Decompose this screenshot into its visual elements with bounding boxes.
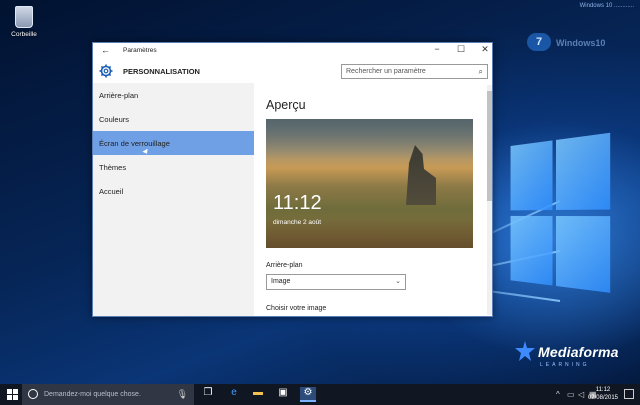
search-icon[interactable]: ⌕: [479, 67, 483, 77]
preview-heading: Aperçu: [266, 98, 306, 112]
cortana-placeholder: Demandez-moi quelque chose.: [44, 391, 141, 398]
settings-search-input[interactable]: Rechercher un paramètre ⌕: [341, 64, 488, 79]
close-button[interactable]: ✕: [477, 44, 492, 55]
windows-logo-wallpaper: [510, 132, 611, 297]
recycle-bin-icon[interactable]: Corbeille: [6, 6, 42, 38]
scrollbar-thumb[interactable]: [487, 91, 492, 201]
cortana-icon: [28, 389, 38, 399]
sidebar-item-label: Arrière-plan: [99, 91, 139, 100]
edge-browser-icon[interactable]: e: [226, 387, 242, 402]
watermark-logo-icon: 7: [527, 33, 551, 51]
watermark-text: Windows10: [556, 38, 606, 48]
background-dropdown[interactable]: Image ⌄: [266, 274, 406, 290]
chevron-down-icon: ⌄: [395, 278, 401, 285]
settings-window: ← Paramètres − ☐ ✕ PERSONNALISATION Rech…: [92, 42, 493, 317]
taskbar-clock[interactable]: 11:12 02/08/2015: [588, 386, 618, 402]
preview-date: dimanche 2 août: [273, 219, 322, 226]
mediaforma-star-icon: [515, 341, 535, 361]
sidebar: Arrière-plan Couleurs Écran de verrouill…: [93, 83, 254, 316]
sidebar-item-couleurs[interactable]: Couleurs: [93, 107, 254, 131]
background-label: Arrière-plan: [266, 262, 303, 269]
microphone-icon[interactable]: 🎙: [177, 389, 188, 400]
maximize-button[interactable]: ☐: [453, 44, 469, 55]
volume-icon[interactable]: ◁: [578, 390, 584, 399]
sidebar-item-accueil[interactable]: Accueil: [93, 179, 254, 203]
settings-taskbar-icon[interactable]: ⚙: [300, 387, 316, 402]
start-button-icon[interactable]: [7, 389, 18, 400]
section-title: PERSONNALISATION: [123, 67, 200, 76]
mediaforma-sub: LEARNING: [540, 362, 590, 368]
taskbar-time: 11:12: [595, 387, 611, 393]
settings-header: PERSONNALISATION Rechercher un paramètre…: [93, 59, 492, 83]
content-pane: Aperçu 11:12 dimanche 2 août Arrière-pla…: [254, 83, 492, 316]
topright-text: Windows 10 ............: [579, 3, 634, 9]
sidebar-item-label: Couleurs: [99, 115, 130, 124]
file-explorer-icon[interactable]: ▬: [250, 387, 266, 402]
sidebar-item-ecran-de-verrouillage[interactable]: Écran de verrouillage: [93, 131, 254, 155]
sidebar-item-arriere-plan[interactable]: Arrière-plan: [93, 83, 254, 107]
gear-icon: [99, 64, 113, 78]
action-center-icon[interactable]: [624, 389, 634, 399]
sidebar-item-label: Thèmes: [99, 163, 127, 172]
title-bar: ← Paramètres − ☐ ✕: [93, 43, 492, 59]
preview-clock: 11:12: [273, 192, 322, 214]
tray-chevron-icon[interactable]: ^: [556, 390, 560, 399]
sidebar-item-label: Écran de verrouillage: [99, 139, 170, 148]
taskbar-date: 02/08/2015: [587, 395, 618, 401]
store-icon[interactable]: ▣: [275, 387, 291, 402]
sidebar-item-themes[interactable]: Thèmes: [93, 155, 254, 179]
choose-image-label: Choisir votre image: [266, 305, 327, 312]
search-placeholder: Rechercher un paramètre: [346, 68, 426, 75]
content-scrollbar[interactable]: [487, 85, 492, 315]
back-arrow-icon[interactable]: ←: [101, 45, 110, 55]
taskbar: Demandez-moi quelque chose. 🎙 ❐ e ▬ ▣ ⚙ …: [0, 384, 640, 405]
network-icon[interactable]: ▭: [567, 390, 575, 399]
mediaforma-brand: Mediaforma: [538, 344, 619, 360]
task-view-icon[interactable]: ❐: [200, 387, 216, 402]
lockscreen-preview: 11:12 dimanche 2 août: [266, 119, 473, 248]
minimize-button[interactable]: −: [429, 44, 445, 54]
cortana-search-box[interactable]: Demandez-moi quelque chose. 🎙: [22, 384, 194, 405]
window-title: Paramètres: [123, 47, 157, 54]
sidebar-item-label: Accueil: [99, 187, 124, 196]
background-dropdown-value: Image: [271, 278, 291, 285]
recycle-bin-label: Corbeille: [11, 31, 37, 38]
